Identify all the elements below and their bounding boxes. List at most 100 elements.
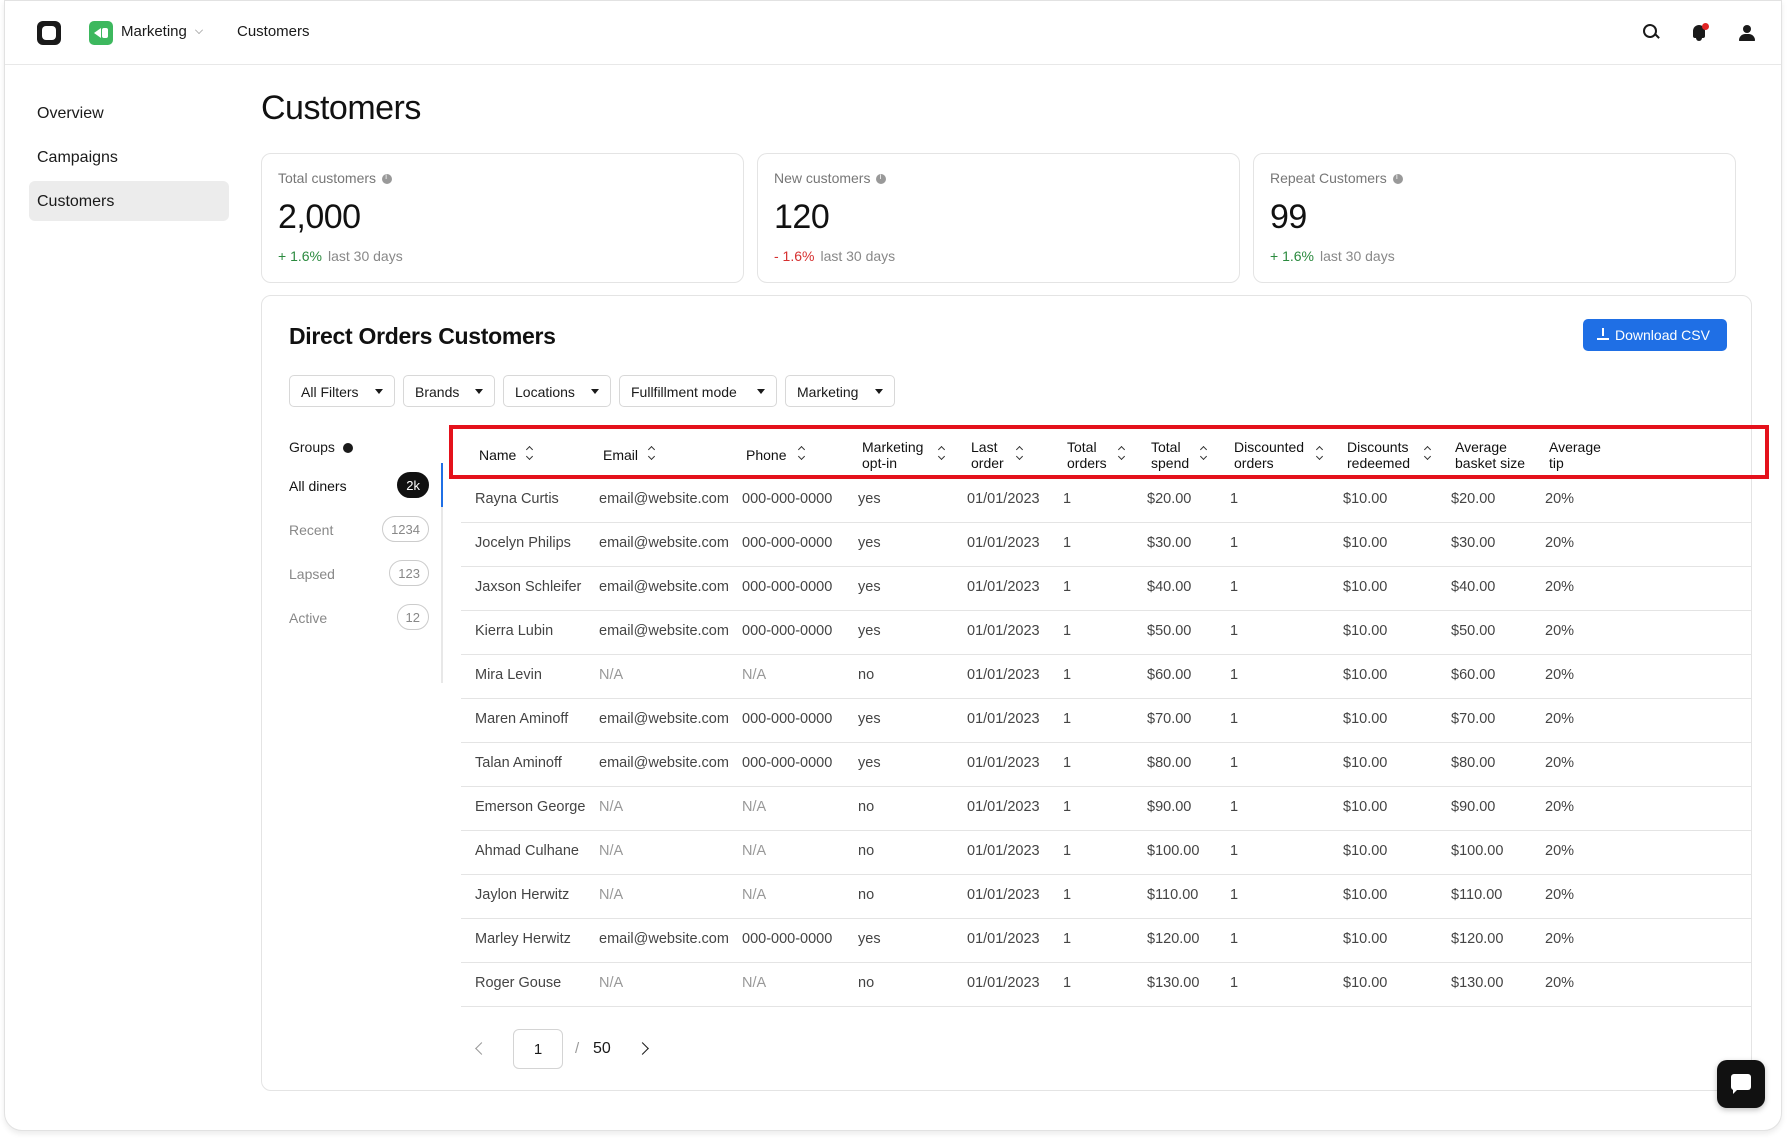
table-row[interactable]: Jaxson Schleifer email@website.com 000-000… (461, 567, 1751, 611)
table-row[interactable]: Rayna Curtis email@website.com 000-000-000… (461, 479, 1751, 523)
table-cell: 1 (1063, 623, 1072, 639)
sidebar-item-overview[interactable]: Overview (29, 93, 229, 133)
search-icon[interactable] (1639, 21, 1663, 45)
table-cell: email@website.com (599, 535, 729, 551)
column-header-label: basket size (1455, 455, 1526, 471)
table-cell: 1 (1063, 755, 1072, 771)
table-cell: N/A (599, 667, 624, 683)
column-header[interactable]: Marketing opt-in (862, 439, 923, 471)
table-cell: 1 (1230, 755, 1239, 771)
table-row[interactable]: Roger Gouse N/A N/A no 01/01/2023 1 $130.00 1 $1… (461, 963, 1751, 1007)
table-cell: no (858, 843, 875, 859)
table-cell: $120.00 (1147, 931, 1200, 947)
column-header[interactable]: Name (479, 447, 516, 463)
table-cell: email@website.com (599, 931, 729, 947)
column-header[interactable]: Average basket size (1455, 439, 1525, 471)
page-total: 50 (593, 1040, 611, 1057)
column-header[interactable]: Email (603, 447, 638, 463)
sort-icon[interactable] (1315, 445, 1325, 461)
sort-icon[interactable] (937, 445, 947, 461)
page-input[interactable]: 1 (513, 1029, 563, 1069)
sort-icon[interactable] (797, 445, 807, 461)
filter-marketing[interactable]: Marketing (785, 375, 895, 407)
column-header-label: Phone (746, 447, 787, 463)
column-header[interactable]: Total orders (1067, 439, 1107, 471)
table-cell: 1 (1063, 975, 1072, 991)
table-row[interactable]: Kierra Lubin email@website.com 000-000-000… (461, 611, 1751, 655)
table-cell: 20% (1545, 667, 1575, 683)
stat-period: last 30 days (1319, 248, 1395, 264)
table-cell: 20% (1545, 491, 1575, 507)
group-lapsed[interactable]: Lapsed 123 (289, 560, 429, 588)
caret-down-icon (375, 389, 383, 394)
sidebar-item-customers[interactable]: Customers (29, 181, 229, 221)
info-icon[interactable] (382, 172, 393, 184)
filter-label: Marketing (797, 384, 859, 400)
table-cell: N/A (742, 799, 767, 815)
app-window: Marketing Customers Overview Campaigns C… (4, 0, 1782, 1131)
group-recent[interactable]: Recent 1234 (289, 516, 429, 544)
table-cell: 1 (1063, 711, 1072, 727)
download-csv-label: Download CSV (1615, 327, 1710, 343)
filter-locations[interactable]: Locations (503, 375, 611, 407)
filter-brands[interactable]: Brands (403, 375, 495, 407)
filter-fulfillment[interactable]: Fullfillment mode (619, 375, 777, 407)
info-icon[interactable] (1392, 172, 1403, 184)
info-icon[interactable] (876, 172, 887, 184)
sort-icon[interactable] (1117, 445, 1127, 461)
column-header[interactable]: Discounts redeemed (1347, 439, 1410, 471)
app-switcher-label[interactable]: Marketing (121, 23, 187, 40)
table-cell: 20% (1545, 887, 1575, 903)
table-cell: 20% (1545, 799, 1575, 815)
stat-label: Repeat Customers (1270, 170, 1387, 186)
table-cell: $60.00 (1147, 667, 1192, 683)
sort-icon[interactable] (1423, 445, 1433, 461)
table-header: Name Email Phone Marketing opt-in Last order To… (449, 425, 1769, 479)
table-row[interactable]: Jocelyn Philips email@website.com 000-000-… (461, 523, 1751, 567)
table-row[interactable]: Talan Aminoff email@website.com 000-000-00… (461, 743, 1751, 787)
table-cell: 01/01/2023 (967, 711, 1040, 727)
table-cell: 01/01/2023 (967, 667, 1040, 683)
table-cell: $50.00 (1451, 623, 1496, 639)
groups-scrollbar[interactable] (441, 463, 443, 683)
sort-icon[interactable] (1199, 445, 1209, 461)
table-cell: 000-000-0000 (742, 579, 833, 595)
chat-icon[interactable] (1717, 1060, 1765, 1108)
table-cell: yes (858, 931, 881, 947)
table-cell: Emerson George (475, 799, 586, 815)
user-icon[interactable] (1735, 21, 1759, 45)
notification-dot (1702, 23, 1709, 30)
column-header[interactable]: Last order (971, 439, 1004, 471)
info-icon[interactable] (342, 443, 353, 453)
stat-label: Total customers (278, 170, 377, 186)
column-header-label: Total (1151, 439, 1181, 455)
table-cell: 01/01/2023 (967, 843, 1040, 859)
column-header[interactable]: Average tip (1549, 439, 1601, 471)
column-header[interactable]: Discounted orders (1234, 439, 1304, 471)
table-cell: yes (858, 755, 881, 771)
table-cell: email@website.com (599, 579, 729, 595)
table-row[interactable]: Ahmad Culhane N/A N/A no 01/01/2023 1 $100.00 1… (461, 831, 1751, 875)
table-row[interactable]: Mira Levin N/A N/A no 01/01/2023 1 $60.00 1 $10.… (461, 655, 1751, 699)
app-logo-icon[interactable] (37, 21, 61, 45)
table-row[interactable]: Maren Aminoff email@website.com 000-000-00… (461, 699, 1751, 743)
column-header[interactable]: Phone (746, 447, 786, 463)
sort-icon[interactable] (1015, 445, 1025, 461)
filter-all[interactable]: All Filters (289, 375, 395, 407)
table-cell: $130.00 (1147, 975, 1200, 991)
table-row[interactable]: Emerson George N/A N/A no 01/01/2023 1 $90.00 1… (461, 787, 1751, 831)
sort-icon[interactable] (647, 445, 657, 461)
table-cell: $50.00 (1147, 623, 1192, 639)
column-header[interactable]: Total spend (1151, 439, 1189, 471)
download-csv-button[interactable]: Download CSV (1583, 319, 1727, 351)
caret-down-icon (875, 389, 883, 394)
sidebar-item-campaigns[interactable]: Campaigns (29, 137, 229, 177)
group-all-diners[interactable]: All diners 2k (289, 472, 429, 500)
group-name: Recent (289, 522, 334, 538)
sort-icon[interactable] (525, 445, 535, 461)
table-cell: 1 (1230, 887, 1239, 903)
table-cell: $10.00 (1343, 975, 1388, 991)
group-active[interactable]: Active 12 (289, 604, 429, 632)
table-row[interactable]: Jaylon Herwitz N/A N/A no 01/01/2023 1 $110.00… (461, 875, 1751, 919)
table-row[interactable]: Marley Herwitz email@website.com 000-000-0… (461, 919, 1751, 963)
